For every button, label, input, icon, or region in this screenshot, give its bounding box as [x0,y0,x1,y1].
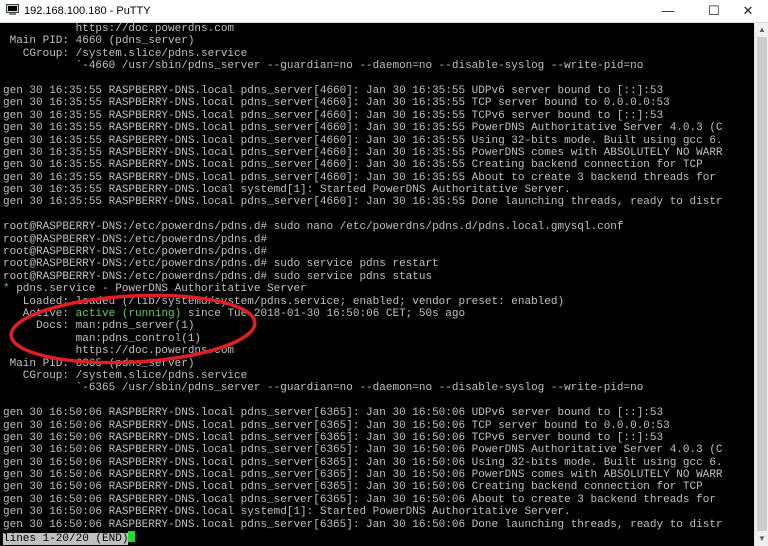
pager-status-line: lines 1-20/20 (END) [3,531,723,546]
terminal-line: man:pdns_control(1) [3,332,202,345]
service-bullet-icon: * [3,283,10,296]
terminal-line: CGroup: /system.slice/pdns.service [3,47,248,60]
terminal-line: gen 30 16:50:06 RASPBERRY-DNS.local syst… [3,506,571,519]
terminal-line: gen 30 16:50:06 RASPBERRY-DNS.local pdns… [3,431,664,444]
terminal-line: gen 30 16:50:06 RASPBERRY-DNS.local pdns… [3,469,723,482]
terminal-line: CGroup: /system.slice/pdns.service [3,369,248,382]
active-label: Active: [3,307,76,320]
terminal-line: gen 30 16:35:55 RASPBERRY-DNS.local pdns… [3,134,723,147]
active-since-text: since Tue 2018-01-30 16:50:06 CET; 50s a… [181,307,466,320]
terminal-line: gen 30 16:50:06 RASPBERRY-DNS.local pdns… [3,456,723,469]
service-name-text: pdns.service - PowerDNS Authoritative Se… [9,283,307,296]
terminal-line: gen 30 16:35:55 RASPBERRY-DNS.local pdns… [3,122,723,135]
terminal-line: https://doc.powerdns.com [3,23,235,35]
terminal-line: `-4660 /usr/sbin/pdns_server --guardian=… [3,60,644,73]
terminal-line: `-6365 /usr/sbin/pdns_server --guardian=… [3,382,644,395]
window-title: 192.168.100.180 - PuTTY [24,5,151,17]
putty-app-icon[interactable] [6,4,19,16]
vertical-scrollbar[interactable]: ▲ ▼ [754,23,768,546]
terminal-line: https://doc.powerdns.com [3,345,235,358]
terminal-line: gen 30 16:35:55 RASPBERRY-DNS.local syst… [3,184,571,197]
terminal-line: gen 30 16:35:55 RASPBERRY-DNS.local pdns… [3,171,716,184]
scroll-thumb[interactable] [757,37,767,531]
terminal-line: root@RASPBERRY-DNS:/etc/powerdns/pdns.d# [3,246,268,259]
terminal-line: gen 30 16:50:06 RASPBERRY-DNS.local pdns… [3,518,723,531]
close-button[interactable]: ✕ [728,0,768,22]
terminal-line: gen 30 16:50:06 RASPBERRY-DNS.local pdns… [3,419,670,432]
minimize-button[interactable]: — [648,0,688,22]
putty-window: 192.168.100.180 - PuTTY — ☐ ✕ https://do… [0,0,768,546]
terminal-line: Main PID: 6365 (pdns_server) [3,357,195,370]
scroll-up-arrow-icon[interactable]: ▲ [755,23,768,37]
terminal-line: Loaded: loaded (/lib/systemd/system/pdns… [3,295,565,308]
terminal-line: gen 30 16:35:55 RASPBERRY-DNS.local pdns… [3,109,664,122]
terminal-line: Active: active (running) since Tue 2018-… [3,308,723,320]
scroll-down-arrow-icon[interactable]: ▼ [755,532,768,546]
terminal-cursor [128,531,136,543]
terminal-line: gen 30 16:50:06 RASPBERRY-DNS.local pdns… [3,493,716,506]
terminal-line: gen 30 16:50:06 RASPBERRY-DNS.local pdns… [3,481,703,494]
terminal-line: Docs: man:pdns_server(1) [3,320,195,333]
terminal-line: gen 30 16:35:55 RASPBERRY-DNS.local pdns… [3,196,723,209]
terminal-output: https://doc.powerdns.com Main PID: 4660 … [3,23,723,546]
terminal-line: root@RASPBERRY-DNS:/etc/powerdns/pdns.d#… [3,270,433,283]
terminal-area[interactable]: https://doc.powerdns.com Main PID: 4660 … [0,23,754,546]
terminal-line: gen 30 16:50:06 RASPBERRY-DNS.local pdns… [3,407,664,420]
terminal-line: * pdns.service - PowerDNS Authoritative … [3,283,723,295]
title-bar[interactable]: 192.168.100.180 - PuTTY — ☐ ✕ [0,0,768,23]
terminal-line: root@RASPBERRY-DNS:/etc/powerdns/pdns.d#… [3,258,439,271]
service-status-running: active (running) [75,307,182,320]
terminal-line: Main PID: 4660 (pdns_server) [3,35,195,48]
terminal-line: gen 30 16:35:55 RASPBERRY-DNS.local pdns… [3,97,670,110]
pager-status-text: lines 1-20/20 (END) [3,533,129,546]
terminal-line: gen 30 16:35:55 RASPBERRY-DNS.local pdns… [3,159,703,172]
terminal-line: root@RASPBERRY-DNS:/etc/powerdns/pdns.d#… [3,221,624,234]
terminal-line: gen 30 16:35:55 RASPBERRY-DNS.local pdns… [3,146,723,159]
terminal-line: gen 30 16:35:55 RASPBERRY-DNS.local pdns… [3,84,664,97]
terminal-line: gen 30 16:50:06 RASPBERRY-DNS.local pdns… [3,444,723,457]
terminal-line: root@RASPBERRY-DNS:/etc/powerdns/pdns.d# [3,233,268,246]
